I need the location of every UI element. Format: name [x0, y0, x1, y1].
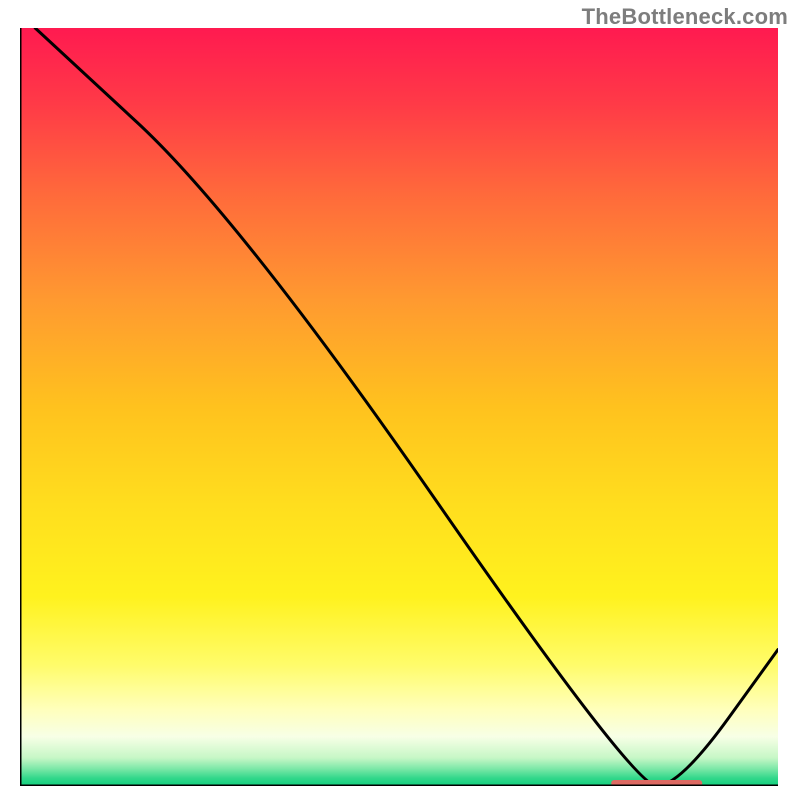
chart-svg [20, 28, 778, 786]
chart-background [20, 28, 778, 786]
attribution-text: TheBottleneck.com [582, 4, 788, 30]
bottleneck-chart [20, 28, 778, 786]
